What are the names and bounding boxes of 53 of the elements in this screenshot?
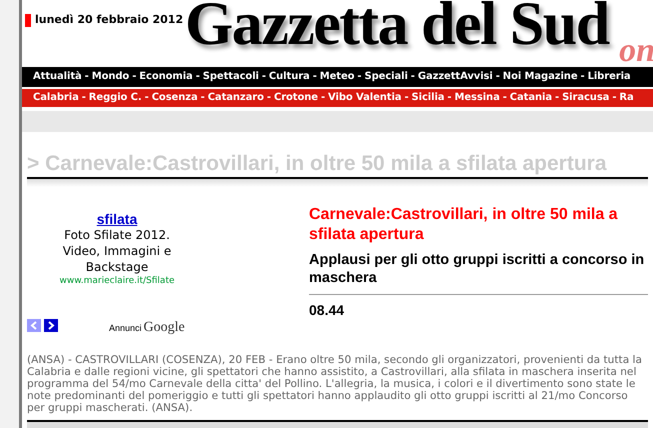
nav-link[interactable]: Libreria [588,69,631,84]
article-headline: Carnevale:Castrovillari, in oltre 50 mila a sfilata apertura [309,205,619,246]
google-label: Google [144,319,185,338]
separator-text: - [554,91,560,106]
nav-link[interactable]: Messina [454,90,500,106]
separator-text: - [446,91,452,106]
article-subhead: Applausi per gli otto gruppi iscritti a concorso in maschera [309,251,648,296]
separator-text: - [194,70,201,84]
nav-link[interactable]: Calabria [33,90,79,106]
ad-link[interactable]: sfilata [96,211,138,228]
separator-text: - [260,70,267,84]
logo-title: Gazzetta del Sud [185,0,609,58]
nav-link[interactable]: Attualità [33,69,82,84]
nav-link[interactable]: GazzettAvvisi [418,69,493,84]
nav-link[interactable]: Meteo [320,69,354,84]
separator-text: - [320,91,326,106]
nav-link[interactable]: Mondo [92,69,130,84]
nav-link[interactable]: Reggio C. [88,90,142,106]
separator-text: - [200,91,206,106]
article-body: (ANSA) - CASTROVILLARI (COSENZA), 20 FEB - Erano oltre 50 mila, secondo gli organizzatori, provenienti da tutta la Calabria e dalle regioni vicine, gli spettatori che hanno assistito, a Castrovillari, alla sfilata in maschera inserita nel programma del 54/mo Carnevale della citta' del Pollino. L'allegria, la musica, i colori e il divertimento sono state le note predominanti del pomeriggio e tutti gli spettatori hanno applaudito gli otto gruppi iscritti al 21/mo Concorso per gruppi mascherati. (ANSA). [27,354,643,414]
nav-link[interactable]: Spettacoli [202,69,259,84]
next-button[interactable] [44,319,58,332]
separator-text: - [84,70,90,84]
nav-link[interactable]: Catania [510,90,552,106]
separator-text: - [580,70,586,84]
ads-label: Annunci [109,322,142,336]
separator-text: - [494,70,501,84]
separator-text: - [312,70,318,84]
ad-text: Foto Sfilate 2012. Video, Immagini e Backstage [62,227,172,276]
nav-link[interactable]: Vibo Valentia [328,90,402,106]
nav-link[interactable]: Ra [619,90,634,106]
separator-text: - [502,91,508,106]
separator-text: - [356,70,362,84]
separator-text: - [266,91,272,106]
article-time: 08.44 [309,301,346,320]
nav-link[interactable]: Catanzaro [208,90,264,106]
separator-text: - [131,70,138,84]
nav-link[interactable]: Noi Magazine [502,69,578,84]
nav-link[interactable]: Speciali [364,69,408,84]
nav-link[interactable]: Cosenza [152,90,198,106]
nav-link[interactable]: Siracusa [562,90,610,106]
nav-link[interactable]: Sicilia [412,90,444,106]
separator-text: - [611,91,618,106]
separator-text: - [410,70,416,84]
marker-bar [25,14,31,27]
separator-text: - [403,91,410,106]
nav-link[interactable]: Economia [139,69,193,84]
nav-link[interactable]: Cultura [268,69,310,84]
date-text: lunedì 20 febbraio 2012 [35,12,184,28]
ad-url[interactable]: www.marieclaire.it/Sfilate [59,275,175,288]
nav-link[interactable]: Crotone [274,90,318,106]
separator-text: - [80,91,87,106]
separator-text: - [144,91,150,106]
